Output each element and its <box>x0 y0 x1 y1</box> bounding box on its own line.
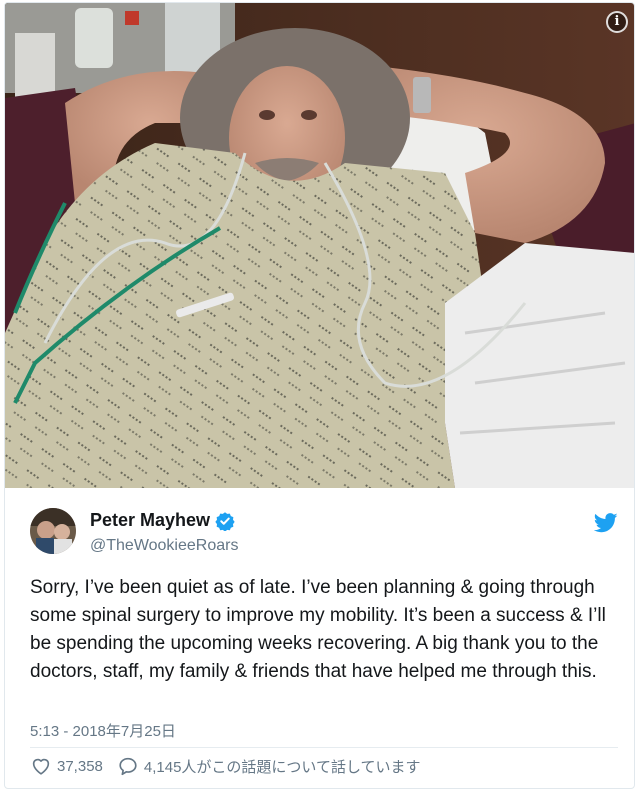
user-handle[interactable]: @TheWookieeRoars <box>90 537 238 555</box>
twitter-bird-icon[interactable] <box>594 512 618 534</box>
likes-count: 37,358 <box>57 757 103 775</box>
conversation-link[interactable]: 4,145人がこの話題について話しています <box>117 755 421 777</box>
hospital-bed-photo <box>5 3 634 488</box>
tweet-header: Peter Mayhew @TheWookieeRoars <box>30 506 620 558</box>
avatar[interactable] <box>30 508 76 554</box>
tweet-text: Sorry, I’ve been quiet as of late. I’ve … <box>30 577 606 682</box>
verified-badge-icon <box>215 511 235 531</box>
info-icon[interactable]: i <box>606 11 628 33</box>
avatar-photo <box>30 508 76 554</box>
tweet-photo[interactable]: i <box>5 3 634 488</box>
tweet-actions: 37,358 4,145人がこの話題について話しています <box>30 755 421 777</box>
embedded-tweet-card: i Peter Mayhew @TheWookieeRoars Sorry, I <box>4 2 635 789</box>
display-name[interactable]: Peter Mayhew <box>90 510 210 531</box>
heart-icon <box>32 758 50 775</box>
talking-count-text: 4,145人がこの話題について話しています <box>143 758 421 776</box>
tweet-timestamp[interactable]: 5:13 - 2018年7月25日 <box>30 720 176 741</box>
name-row[interactable]: Peter Mayhew <box>90 510 235 531</box>
like-button[interactable]: 37,358 <box>30 755 103 777</box>
divider <box>30 747 618 748</box>
speech-bubble-icon <box>119 757 137 776</box>
